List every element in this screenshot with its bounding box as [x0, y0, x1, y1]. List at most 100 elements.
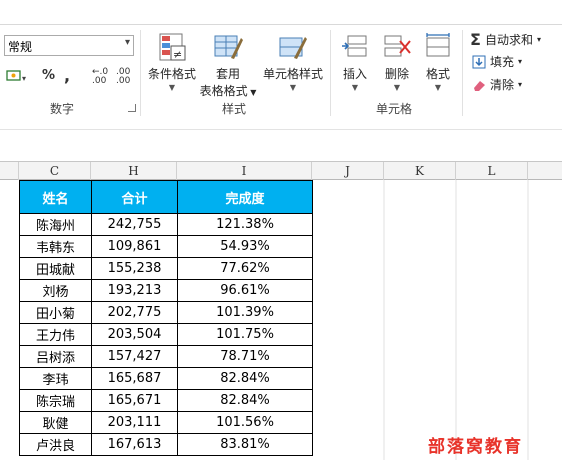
number-format-value: 常规: [8, 40, 33, 54]
number-format-dropdown[interactable]: 常规 ▾: [4, 35, 134, 56]
header-cell-name[interactable]: 姓名: [19, 180, 92, 214]
dialog-launcher-icon[interactable]: [128, 104, 136, 112]
delete-button[interactable]: 删除 ▼: [378, 32, 416, 92]
fill-down-icon: [472, 55, 486, 68]
cell-completion[interactable]: 83.81%: [177, 433, 313, 456]
cell-completion[interactable]: 121.38%: [177, 213, 313, 236]
clear-button[interactable]: 清除 ▾: [472, 76, 522, 93]
column-header-m[interactable]: [528, 162, 562, 180]
percent-style-button[interactable]: %: [42, 68, 55, 83]
column-header-j[interactable]: J: [312, 162, 384, 180]
cell-completion[interactable]: 101.75%: [177, 323, 313, 346]
cell-name[interactable]: 耿健: [19, 411, 92, 434]
insert-cells-icon: [342, 35, 367, 57]
cell-completion[interactable]: 82.84%: [177, 367, 313, 390]
column-header-k[interactable]: K: [384, 162, 456, 180]
cell-completion[interactable]: 54.93%: [177, 235, 313, 258]
table-row: 田小菊 202,775 101.39%: [19, 301, 313, 324]
cell-styles-icon: [279, 37, 307, 59]
cell-styles-button[interactable]: 单元格样式 ▼: [260, 32, 326, 92]
column-header-l[interactable]: L: [456, 162, 528, 180]
chevron-down-icon: ▾: [124, 37, 130, 48]
table-row: 刘杨 193,213 96.61%: [19, 279, 313, 302]
table-header-row: 姓名 合计 完成度: [19, 180, 313, 214]
chevron-down-icon: ▼: [289, 83, 297, 92]
currency-icon: ▾: [6, 70, 26, 83]
chevron-down-icon: ▼: [168, 83, 176, 92]
cell-completion[interactable]: 82.84%: [177, 389, 313, 412]
cell-total[interactable]: 167,613: [91, 433, 178, 456]
group-separator: [140, 30, 141, 116]
cell-name[interactable]: 吕树添: [19, 345, 92, 368]
cell-name[interactable]: 陈宗瑞: [19, 389, 92, 412]
table-row: 王力伟 203,504 101.75%: [19, 323, 313, 346]
formula-bar-divider: [0, 129, 562, 130]
accounting-format-button[interactable]: ▾: [6, 68, 28, 88]
select-all-corner[interactable]: [0, 162, 19, 180]
watermark-text: 部落窝教育: [428, 437, 523, 457]
increase-decimal-button[interactable]: ←.0.00: [92, 68, 108, 86]
group-separator: [462, 30, 463, 116]
comma-style-button[interactable]: ,: [64, 66, 70, 85]
header-cell-completion[interactable]: 完成度: [177, 180, 313, 214]
cells-group-label: 单元格: [376, 102, 413, 116]
cell-total[interactable]: 203,111: [91, 411, 178, 434]
table-row: 韦韩东 109,861 54.93%: [19, 235, 313, 258]
table-row: 吕树添 157,427 78.71%: [19, 345, 313, 368]
cell-name[interactable]: 卢洪良: [19, 433, 92, 456]
cell-total[interactable]: 242,755: [91, 213, 178, 236]
column-headers: C H I J K L: [0, 162, 562, 180]
format-cells-icon: [426, 33, 450, 57]
autosum-button[interactable]: Σ 自动求和 ▾: [470, 30, 541, 49]
cell-name[interactable]: 陈海州: [19, 213, 92, 236]
column-header-c[interactable]: C: [19, 162, 91, 180]
chevron-down-icon: ▾: [536, 35, 541, 44]
cell-total[interactable]: 165,671: [91, 389, 178, 412]
svg-text:▾: ▾: [22, 74, 26, 83]
eraser-icon: [474, 80, 485, 91]
data-table: 姓名 合计 完成度 陈海州 242,755 121.38% 韦韩东 109,861 54…: [19, 180, 313, 456]
cell-name[interactable]: 田小菊: [19, 301, 92, 324]
table-row: 耿健 203,111 101.56%: [19, 411, 313, 434]
conditional-formatting-button[interactable]: ≠ 条件格式 ▼: [146, 32, 198, 92]
cell-completion[interactable]: 101.39%: [177, 301, 313, 324]
column-header-i[interactable]: I: [177, 162, 312, 180]
format-as-table-button[interactable]: 套用 表格格式 ▼: [198, 32, 258, 99]
delete-cells-icon: [384, 35, 411, 57]
cell-total[interactable]: 109,861: [91, 235, 178, 258]
svg-text:≠: ≠: [173, 48, 182, 61]
chevron-down-icon: ▼: [393, 83, 401, 92]
cell-name[interactable]: 刘杨: [19, 279, 92, 302]
decrease-decimal-button[interactable]: .00.00: [116, 68, 130, 86]
cell-total[interactable]: 165,687: [91, 367, 178, 390]
cell-total[interactable]: 202,775: [91, 301, 178, 324]
table-row: 陈海州 242,755 121.38%: [19, 213, 313, 236]
chevron-down-icon: ▼: [247, 88, 257, 97]
cell-name[interactable]: 王力伟: [19, 323, 92, 346]
header-cell-total[interactable]: 合计: [91, 180, 178, 214]
cell-completion[interactable]: 101.56%: [177, 411, 313, 434]
group-separator: [330, 30, 331, 116]
cell-completion[interactable]: 96.61%: [177, 279, 313, 302]
cell-total[interactable]: 193,213: [91, 279, 178, 302]
ribbon: 常规 ▾ ▾ % , ←.0.00 .00.00 数字 ≠ 条件格式 ▼ 套用 …: [0, 0, 562, 120]
insert-button[interactable]: 插入 ▼: [336, 32, 374, 92]
cell-completion[interactable]: 77.62%: [177, 257, 313, 280]
column-header-h[interactable]: H: [91, 162, 177, 180]
cell-total[interactable]: 203,504: [91, 323, 178, 346]
chevron-down-icon: ▾: [518, 80, 523, 89]
table-row: 陈宗瑞 165,671 82.84%: [19, 389, 313, 412]
cell-total[interactable]: 155,238: [91, 257, 178, 280]
fill-button[interactable]: 填充 ▾: [472, 53, 522, 70]
formula-bar[interactable]: [0, 119, 562, 162]
chevron-down-icon: ▾: [518, 57, 523, 66]
cell-completion[interactable]: 78.71%: [177, 345, 313, 368]
cell-name[interactable]: 田城献: [19, 257, 92, 280]
cell-total[interactable]: 157,427: [91, 345, 178, 368]
chevron-down-icon: ▼: [434, 83, 442, 92]
cell-name[interactable]: 韦韩东: [19, 235, 92, 258]
format-table-icon: [214, 35, 243, 59]
cell-name[interactable]: 李玮: [19, 367, 92, 390]
format-button[interactable]: 格式 ▼: [420, 32, 456, 92]
table-row: 田城献 155,238 77.62%: [19, 257, 313, 280]
